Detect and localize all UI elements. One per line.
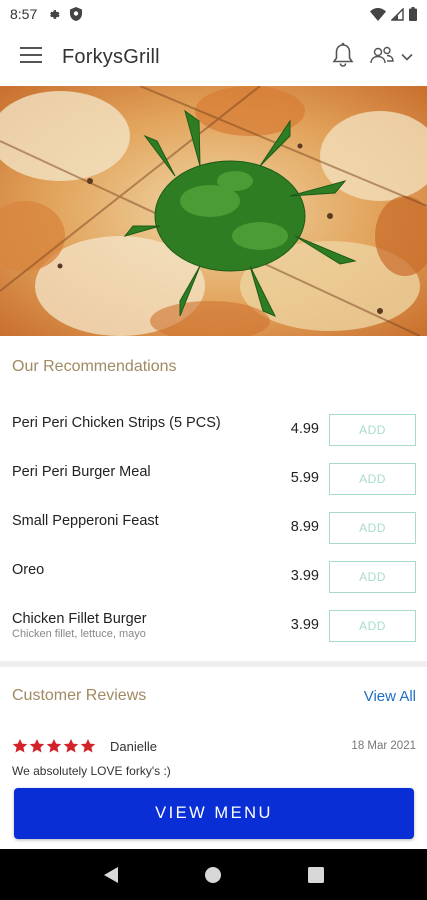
item-description: Chicken fillet, lettuce, mayo xyxy=(12,628,146,640)
list-item[interactable]: Peri Peri Chicken Strips (5 PCS) 4.99 AD… xyxy=(0,400,427,449)
notifications-button[interactable] xyxy=(323,37,363,77)
item-price: 3.99 xyxy=(290,568,319,584)
reviews-header: Customer Reviews View All xyxy=(12,687,416,705)
recommendations-title: Our Recommendations xyxy=(12,358,177,375)
shield-icon xyxy=(70,7,83,21)
signal-icon xyxy=(391,7,404,21)
hero-image xyxy=(0,86,427,336)
section-divider xyxy=(0,661,427,667)
item-price: 4.99 xyxy=(290,421,319,437)
reviewer-name: Danielle xyxy=(110,738,157,754)
recents-button[interactable] xyxy=(296,855,336,895)
app-title: ForkysGrill xyxy=(62,45,160,68)
battery-icon xyxy=(409,7,417,21)
add-button[interactable]: ADD xyxy=(329,414,416,446)
list-item[interactable]: Small Pepperoni Feast 8.99 ADD xyxy=(0,498,427,547)
item-name: Peri Peri Burger Meal xyxy=(12,464,151,480)
item-price: 3.99 xyxy=(290,617,319,633)
star-icon xyxy=(46,739,62,753)
back-button[interactable] xyxy=(91,855,131,895)
item-name: Peri Peri Chicken Strips (5 PCS) xyxy=(12,415,221,431)
add-button[interactable]: ADD xyxy=(329,512,416,544)
list-item[interactable]: Peri Peri Burger Meal 5.99 ADD xyxy=(0,449,427,498)
view-all-link[interactable]: View All xyxy=(364,688,416,705)
add-button[interactable]: ADD xyxy=(329,463,416,495)
view-menu-button[interactable]: VIEW MENU xyxy=(14,788,414,839)
star-icon xyxy=(80,739,96,753)
add-button[interactable]: ADD xyxy=(329,561,416,593)
item-price: 5.99 xyxy=(290,470,319,486)
app-bar: ForkysGrill xyxy=(0,28,427,86)
add-button[interactable]: ADD xyxy=(329,610,416,642)
list-item[interactable]: Chicken Fillet Burger Chicken fillet, le… xyxy=(0,596,427,645)
star-icon xyxy=(63,739,79,753)
star-icon xyxy=(29,739,45,753)
home-button[interactable] xyxy=(193,855,233,895)
status-time: 8:57 xyxy=(10,6,38,22)
bell-icon xyxy=(331,42,355,73)
menu-icon xyxy=(20,46,42,68)
reviews-title: Customer Reviews xyxy=(12,687,147,704)
menu-button[interactable] xyxy=(0,28,62,86)
item-price: 8.99 xyxy=(290,519,319,535)
review-date: 18 Mar 2021 xyxy=(351,740,416,752)
review-item: Danielle 18 Mar 2021 We absolutely LOVE … xyxy=(12,738,416,779)
account-menu[interactable] xyxy=(369,45,413,70)
settings-icon xyxy=(47,8,60,21)
review-text: We absolutely LOVE forky's :) xyxy=(12,764,171,778)
account-icon xyxy=(369,45,395,70)
chevron-down-icon xyxy=(401,48,413,66)
item-name: Oreo xyxy=(12,562,45,578)
star-rating xyxy=(12,738,96,754)
status-bar: 8:57 xyxy=(0,0,427,28)
star-icon xyxy=(12,739,28,753)
list-item[interactable]: Oreo 3.99 ADD xyxy=(0,547,427,596)
system-nav-bar xyxy=(0,849,427,900)
recommendations-list: Peri Peri Chicken Strips (5 PCS) 4.99 AD… xyxy=(0,400,427,645)
wifi-icon xyxy=(370,7,386,21)
item-name: Small Pepperoni Feast xyxy=(12,513,159,529)
home-icon xyxy=(205,866,222,883)
item-name: Chicken Fillet Burger xyxy=(12,611,147,627)
recents-icon xyxy=(307,866,324,883)
back-icon xyxy=(104,866,119,883)
